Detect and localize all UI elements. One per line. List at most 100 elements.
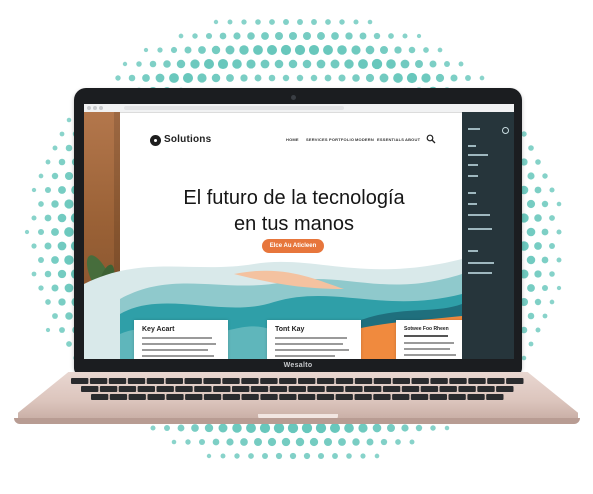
sidebar-item[interactable] [468, 250, 478, 252]
keyboard-key[interactable] [241, 378, 259, 384]
keyboard-key[interactable] [477, 386, 495, 392]
keyboard-key[interactable] [335, 378, 354, 384]
keyboard-key[interactable] [147, 394, 165, 400]
keyboard-key[interactable] [373, 394, 391, 400]
keyboard-key[interactable] [439, 386, 457, 392]
logo-icon[interactable] [150, 135, 161, 146]
keyboard-key[interactable] [128, 394, 146, 400]
feature-card[interactable]: Key Acart [134, 320, 228, 359]
sidebar-item[interactable] [468, 214, 490, 216]
keyboard-key[interactable] [316, 394, 335, 400]
keyboard-key[interactable] [411, 378, 429, 384]
keyboard-key[interactable] [203, 394, 222, 400]
keyboard-key[interactable] [410, 394, 429, 400]
keyboard-key[interactable] [429, 394, 447, 400]
keyboard-key[interactable] [506, 378, 524, 384]
sidebar-item[interactable] [468, 145, 476, 147]
keyboard-key[interactable] [175, 386, 193, 392]
window-close-icon[interactable] [87, 106, 91, 110]
sidebar-item[interactable] [468, 154, 488, 156]
keyboard-key[interactable] [458, 386, 476, 392]
feature-card[interactable]: Sotwee Foo Rheen [396, 320, 466, 359]
keyboard-key[interactable] [364, 386, 382, 392]
panel-search-icon[interactable] [502, 127, 509, 134]
sidebar-item[interactable] [468, 203, 477, 205]
window-maximize-icon[interactable] [99, 106, 103, 110]
nav-link-essentials[interactable]: ESSENTIALS [377, 137, 404, 142]
keyboard-key[interactable] [222, 394, 240, 400]
keyboard-key[interactable] [354, 394, 372, 400]
sidebar-item[interactable] [468, 228, 492, 230]
address-bar[interactable] [124, 106, 344, 110]
nav-link-home[interactable]: HOME [286, 137, 299, 142]
keyboard-key[interactable] [194, 386, 212, 392]
search-icon[interactable] [426, 134, 436, 144]
keyboard-key[interactable] [420, 386, 439, 392]
nav-link-services[interactable]: SERVICES [306, 137, 328, 142]
keyboard-key[interactable] [298, 394, 316, 400]
keyboard-key[interactable] [109, 394, 128, 400]
keyboard-key[interactable] [449, 378, 467, 384]
keyboard-key[interactable] [241, 394, 259, 400]
keyboard-key[interactable] [392, 378, 410, 384]
keyboard-key[interactable] [185, 394, 203, 400]
keyboard-key[interactable] [288, 386, 306, 392]
keyboard-key[interactable] [137, 386, 155, 392]
keyboard-key[interactable] [496, 386, 514, 392]
keyboard[interactable] [70, 376, 526, 402]
keyboard-key[interactable] [468, 378, 486, 384]
keyboard-key[interactable] [373, 378, 392, 384]
keyboard-key[interactable] [89, 378, 108, 384]
keyboard-key[interactable] [81, 386, 99, 392]
keyboard-key[interactable] [307, 386, 325, 392]
sidebar-item[interactable] [468, 164, 478, 166]
keyboard-key[interactable] [232, 386, 250, 392]
nav-link-portfolio[interactable]: PORTFOLIO [329, 137, 354, 142]
keyboard-key[interactable] [430, 378, 448, 384]
keyboard-key[interactable] [298, 378, 316, 384]
keyboard-key[interactable] [269, 386, 288, 392]
feature-card[interactable]: Tont Kay [267, 320, 361, 359]
keyboard-key[interactable] [316, 378, 335, 384]
keyboard-key[interactable] [487, 378, 505, 384]
keyboard-key[interactable] [279, 378, 297, 384]
keyboard-key[interactable] [184, 378, 202, 384]
keyboard-key[interactable] [260, 394, 278, 400]
nav-link-modern[interactable]: MODERN [355, 137, 374, 142]
keyboard-key[interactable] [108, 378, 127, 384]
keyboard-key[interactable] [71, 378, 89, 384]
keyboard-key[interactable] [486, 394, 504, 400]
keyboard-key[interactable] [166, 394, 184, 400]
keyboard-key[interactable] [345, 386, 363, 392]
keyboard-key[interactable] [156, 386, 174, 392]
keyboard-key[interactable] [392, 394, 410, 400]
keyboard-key[interactable] [222, 378, 240, 384]
keyboard-key[interactable] [203, 378, 221, 384]
keyboard-key[interactable] [448, 394, 466, 400]
keyboard-key[interactable] [91, 394, 109, 400]
cta-button[interactable]: Elce Au Aticleen [262, 239, 324, 253]
keyboard-key[interactable] [279, 394, 297, 400]
keyboard-key[interactable] [326, 386, 344, 392]
keyboard-key[interactable] [401, 386, 420, 392]
sidebar-item[interactable] [468, 192, 476, 194]
window-minimize-icon[interactable] [93, 106, 97, 110]
sidebar-item[interactable] [468, 128, 480, 130]
keyboard-key[interactable] [335, 394, 353, 400]
keyboard-key[interactable] [127, 378, 146, 384]
keyboard-key[interactable] [165, 378, 183, 384]
sidebar-item[interactable] [468, 272, 492, 274]
keyboard-key[interactable] [354, 378, 373, 384]
sidebar-item[interactable] [468, 175, 478, 177]
keyboard-key[interactable] [467, 394, 485, 400]
keyboard-key[interactable] [118, 386, 137, 392]
keyboard-key[interactable] [146, 378, 165, 384]
sidebar-item[interactable] [468, 262, 494, 264]
keyboard-key[interactable] [99, 386, 118, 392]
keyboard-key[interactable] [382, 386, 401, 392]
keyboard-key[interactable] [213, 386, 231, 392]
site-logo[interactable]: Solutions [164, 134, 211, 145]
keyboard-key[interactable] [260, 378, 278, 384]
nav-link-about[interactable]: ABOUT [405, 137, 420, 142]
keyboard-key[interactable] [250, 386, 269, 392]
